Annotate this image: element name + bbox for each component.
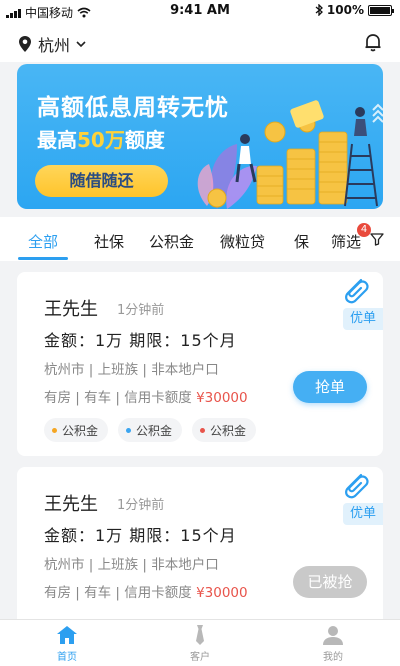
nav-home-label: 首页 — [57, 652, 77, 663]
tag-label: 公积金 — [136, 423, 173, 438]
location-pin-icon — [19, 36, 31, 52]
chevron-down-icon — [76, 41, 86, 48]
status-bar: 中国移动 9:41 AM 100% — [0, 0, 400, 22]
tab-insurance[interactable]: 保 — [294, 231, 309, 252]
nav-customers[interactable]: 客户 — [170, 624, 230, 663]
coins-illustration — [197, 100, 383, 209]
customer-name: 王先生 — [44, 494, 98, 515]
amount-term: 金额：1万 期限：15个月 — [44, 526, 237, 545]
tab-weilidai[interactable]: 微粒贷 — [220, 231, 265, 252]
tag-list: 公积金 公积金 公积金 — [44, 418, 257, 442]
customer-assets: 有房 | 有车 | 信用卡额度 ¥30000 — [44, 581, 248, 601]
nav-mine-label: 我的 — [323, 652, 343, 663]
tag-dot — [52, 427, 57, 433]
tab-all[interactable]: 全部 — [28, 231, 58, 252]
customer-info: 杭州市 | 上班族 | 非本地户口 — [44, 362, 219, 378]
tag: 公积金 — [118, 418, 183, 442]
assets-text: 有房 | 有车 | 信用卡额度 — [44, 390, 197, 406]
paperclip-icon — [345, 473, 369, 499]
banner-cta-button[interactable]: 随借随还 — [35, 165, 168, 197]
bottom-nav: 首页 客户 我的 — [0, 619, 400, 666]
banner-subtitle-prefix: 最高 — [37, 128, 77, 152]
filter-button[interactable]: 筛选 — [331, 231, 361, 252]
status-right: 100% — [315, 3, 394, 17]
nav-home[interactable]: 首页 — [37, 624, 97, 663]
city-selector[interactable]: 杭州 — [18, 32, 86, 56]
nav-customers-label: 客户 — [190, 652, 210, 663]
banner-subtitle-amount: 50万 — [77, 128, 125, 152]
tab-housing-fund[interactable]: 公积金 — [149, 231, 194, 252]
customer-assets: 有房 | 有车 | 信用卡额度 ¥30000 — [44, 386, 248, 406]
top-bar: 杭州 — [0, 22, 400, 62]
premium-order-badge: 优单 — [343, 503, 383, 525]
credit-limit: ¥30000 — [196, 585, 248, 601]
home-icon — [57, 626, 77, 644]
assets-text: 有房 | 有车 | 信用卡额度 — [44, 585, 197, 601]
premium-order-badge: 优单 — [343, 308, 383, 330]
order-card[interactable]: 王先生 1分钟前 金额：1万 期限：15个月 杭州市 | 上班族 | 非本地户口… — [17, 272, 383, 456]
battery-icon — [368, 4, 394, 16]
active-tab-indicator — [18, 257, 68, 260]
banner-subtitle: 最高50万额度 — [37, 124, 165, 153]
category-tabs: 全部 社保 公积金 微粒贷 保 筛选 4 — [0, 217, 400, 261]
tag-dot — [200, 427, 206, 433]
customer-info: 杭州市 | 上班族 | 非本地户口 — [44, 557, 219, 573]
user-icon — [323, 626, 343, 645]
promo-banner[interactable]: 高额低息周转无忧 最高50万额度 随借随还 — [17, 64, 383, 209]
credit-limit: ¥30000 — [196, 390, 248, 406]
tag-dot — [126, 427, 132, 433]
battery-percent: 100% — [326, 3, 364, 17]
grab-order-button[interactable]: 抢单 — [293, 371, 367, 403]
taken-order-button: 已被抢 — [293, 566, 367, 598]
bell-icon[interactable] — [364, 32, 382, 52]
tag: 公积金 — [192, 418, 257, 442]
filter-badge: 4 — [357, 223, 371, 237]
post-time: 1分钟前 — [117, 498, 165, 513]
tag: 公积金 — [44, 418, 109, 442]
tab-social-security[interactable]: 社保 — [94, 231, 124, 252]
tie-icon — [196, 625, 204, 645]
nav-mine[interactable]: 我的 — [303, 624, 363, 663]
tag-label: 公积金 — [210, 423, 247, 438]
city-label: 杭州 — [38, 36, 71, 55]
paperclip-icon — [345, 278, 369, 304]
banner-subtitle-suffix: 额度 — [124, 128, 165, 152]
post-time: 1分钟前 — [117, 303, 165, 318]
amount-term: 金额：1万 期限：15个月 — [44, 331, 237, 350]
filter-funnel-icon[interactable] — [370, 232, 384, 246]
bluetooth-icon — [315, 4, 323, 16]
customer-name: 王先生 — [44, 299, 98, 320]
tag-label: 公积金 — [62, 423, 99, 438]
